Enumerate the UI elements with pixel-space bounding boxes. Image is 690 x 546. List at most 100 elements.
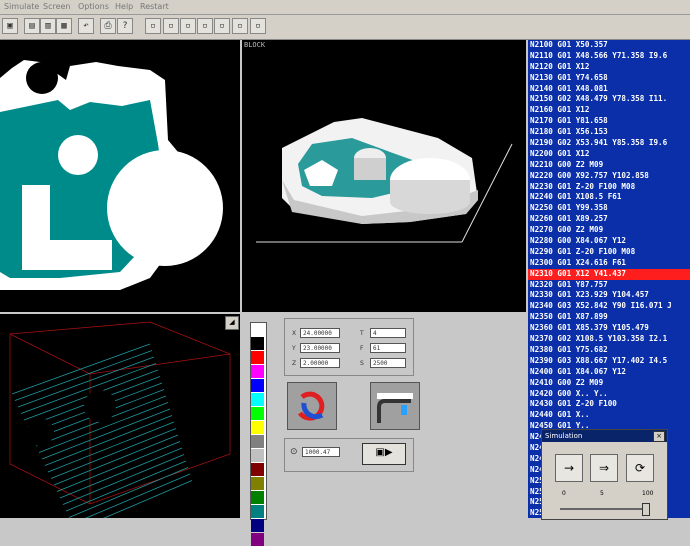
gcode-line[interactable]: N2430 G01 Z-20 F100 — [528, 399, 690, 410]
z-coord-field[interactable]: 2.00000 — [300, 358, 340, 368]
t-label: T — [360, 330, 364, 337]
toolpath-hole — [84, 390, 116, 422]
gcode-line[interactable]: N2320 G01 Y87.757 — [528, 280, 690, 291]
speed-slider-thumb[interactable] — [642, 503, 650, 516]
gcode-line[interactable]: N2420 G00 X.. Y.. — [528, 389, 690, 400]
gcode-line[interactable]: N2180 G01 X56.153 — [528, 127, 690, 138]
viewport-toolpath[interactable] — [0, 314, 240, 518]
menu-simulate[interactable]: Simulate — [4, 2, 39, 11]
gcode-line[interactable]: N2170 G01 Y81.658 — [528, 116, 690, 127]
view-xz-icon[interactable]: ▫ — [163, 18, 179, 34]
gcode-line[interactable]: N2340 G03 X52.842 Y90 I16.071 J — [528, 301, 690, 312]
palette-swatch[interactable] — [251, 323, 264, 336]
gcode-line[interactable]: N2140 G01 X48.081 — [528, 84, 690, 95]
scale-min-label: 0 — [562, 490, 566, 497]
viewport-block-3d[interactable]: BLOCK — [242, 40, 526, 312]
help-icon[interactable]: ? — [117, 18, 133, 34]
gcode-line[interactable]: N2100 G01 X50.357 — [528, 40, 690, 51]
gcode-line-current[interactable]: N2310 G01 X12 Y41.437 — [528, 268, 690, 280]
gcode-line[interactable]: N2280 G00 X84.067 Y12 — [528, 236, 690, 247]
gcode-line[interactable]: N2350 G01 X87.899 — [528, 312, 690, 323]
gcode-line[interactable]: N2190 G02 X53.941 Y85.358 I9.6 — [528, 138, 690, 149]
menu-options[interactable]: Options — [78, 2, 109, 11]
gcode-line[interactable]: N2370 G02 X108.5 Y103.358 I2.1 — [528, 334, 690, 345]
z-label: Z — [292, 360, 297, 367]
menu-help[interactable]: Help — [115, 2, 133, 11]
gcode-line[interactable]: N2270 G00 Z2 M09 — [528, 225, 690, 236]
view-fit-icon[interactable]: ▫ — [214, 18, 230, 34]
scale-mid-label: 5 — [600, 490, 604, 497]
gcode-line[interactable]: N2380 G01 Y75.682 — [528, 345, 690, 356]
palette-swatch[interactable] — [251, 463, 264, 476]
print-icon[interactable]: ⎙ — [100, 18, 116, 34]
view-xy-icon[interactable]: ▫ — [145, 18, 161, 34]
viewport-top-2d[interactable] — [0, 40, 240, 312]
gcode-line[interactable]: N2290 G01 Z-20 F100 M08 — [528, 247, 690, 258]
gcode-line[interactable]: N2130 G01 Y74.658 — [528, 73, 690, 84]
menu-restart[interactable]: Restart — [140, 2, 169, 11]
gcode-line[interactable]: N2150 G02 X48.479 Y78.358 I11. — [528, 94, 690, 105]
gcode-line[interactable]: N2300 G01 X24.616 F61 — [528, 258, 690, 269]
gcode-line[interactable]: N2330 G01 X23.929 Y104.457 — [528, 290, 690, 301]
copy-icon[interactable]: ▥ — [40, 18, 56, 34]
gcode-line[interactable]: N2220 G00 X92.757 Y102.858 — [528, 171, 690, 182]
zoom-icon[interactable]: ▫ — [232, 18, 248, 34]
palette-swatch[interactable] — [251, 351, 264, 364]
palette-swatch[interactable] — [251, 449, 264, 462]
palette-swatch[interactable] — [251, 435, 264, 448]
menu-screen[interactable]: Screen — [43, 2, 71, 11]
play-to-end-button[interactable]: ▣▶ — [362, 443, 406, 465]
gcode-line[interactable]: N2210 G00 Z2 M09 — [528, 160, 690, 171]
undo-icon[interactable]: ↶ — [78, 18, 94, 34]
run-button[interactable]: ⇒ — [590, 454, 618, 482]
gcode-line[interactable]: N2400 G01 X84.067 Y12 — [528, 367, 690, 378]
gcode-line[interactable]: N2110 G01 X48.566 Y71.358 I9.6 — [528, 51, 690, 62]
simulation-dialog: Simulation × → ⇒ ⟳ 0 5 100 — [541, 429, 668, 520]
bore-hole — [26, 62, 58, 94]
round-boss — [107, 150, 223, 266]
simulation-title-bar[interactable]: Simulation × — [542, 430, 667, 442]
gcode-line[interactable]: N2410 G00 Z2 M09 — [528, 378, 690, 389]
feed-field[interactable]: 61 — [370, 343, 406, 353]
step-forward-button[interactable]: → — [555, 454, 583, 482]
palette-swatch[interactable] — [251, 407, 264, 420]
gcode-line[interactable]: N2360 G01 X85.379 Y105.479 — [528, 323, 690, 334]
gcode-line[interactable]: N2160 G01 X12 — [528, 105, 690, 116]
palette-swatch[interactable] — [251, 519, 264, 532]
gcode-line[interactable]: N2200 G01 X12 — [528, 149, 690, 160]
save-icon[interactable]: ▤ — [24, 18, 40, 34]
spindle-rotation-icon[interactable] — [287, 382, 337, 430]
gcode-line[interactable]: N2260 G01 X89.257 — [528, 214, 690, 225]
coolant-tool-icon[interactable] — [370, 382, 420, 430]
palette-swatch[interactable] — [251, 337, 264, 350]
close-icon[interactable]: × — [653, 431, 665, 442]
palette-swatch[interactable] — [251, 379, 264, 392]
s-label: S — [360, 360, 364, 367]
speed-slider-track[interactable] — [560, 508, 650, 510]
view-iso-icon[interactable]: ▫ — [197, 18, 213, 34]
gcode-line[interactable]: N2390 G03 X88.667 Y17.402 I4.5 — [528, 356, 690, 367]
palette-swatch[interactable] — [251, 533, 264, 546]
panel-scroll-button[interactable]: ◢ — [225, 316, 239, 330]
palette-swatch[interactable] — [251, 421, 264, 434]
restart-button[interactable]: ⟳ — [626, 454, 654, 482]
gcode-line[interactable]: N2250 G01 Y99.358 — [528, 203, 690, 214]
gcode-line[interactable]: N2120 G01 X12 — [528, 62, 690, 73]
y-coord-field[interactable]: 23.00000 — [300, 343, 340, 353]
cut-icon[interactable]: ▦ — [56, 18, 72, 34]
palette-swatch[interactable] — [251, 365, 264, 378]
spindle-field[interactable]: 2500 — [370, 358, 406, 368]
gcode-line[interactable]: N2240 G01 X108.5 F61 — [528, 192, 690, 203]
view-yz-icon[interactable]: ▫ — [180, 18, 196, 34]
gcode-line[interactable]: N2230 G01 Z-20 F100 M08 — [528, 182, 690, 193]
x-coord-field[interactable]: 24.00000 — [300, 328, 340, 338]
palette-swatch[interactable] — [251, 477, 264, 490]
tool-field[interactable]: 4 — [370, 328, 406, 338]
palette-swatch[interactable] — [251, 393, 264, 406]
pan-icon[interactable]: ▫ — [250, 18, 266, 34]
gcode-line[interactable]: N2440 G01 X.. — [528, 410, 690, 421]
palette-swatch[interactable] — [251, 505, 264, 518]
palette-swatch[interactable] — [251, 491, 264, 504]
open-icon[interactable]: ▣ — [2, 18, 18, 34]
speed-field[interactable]: 1000.47 — [302, 447, 340, 457]
